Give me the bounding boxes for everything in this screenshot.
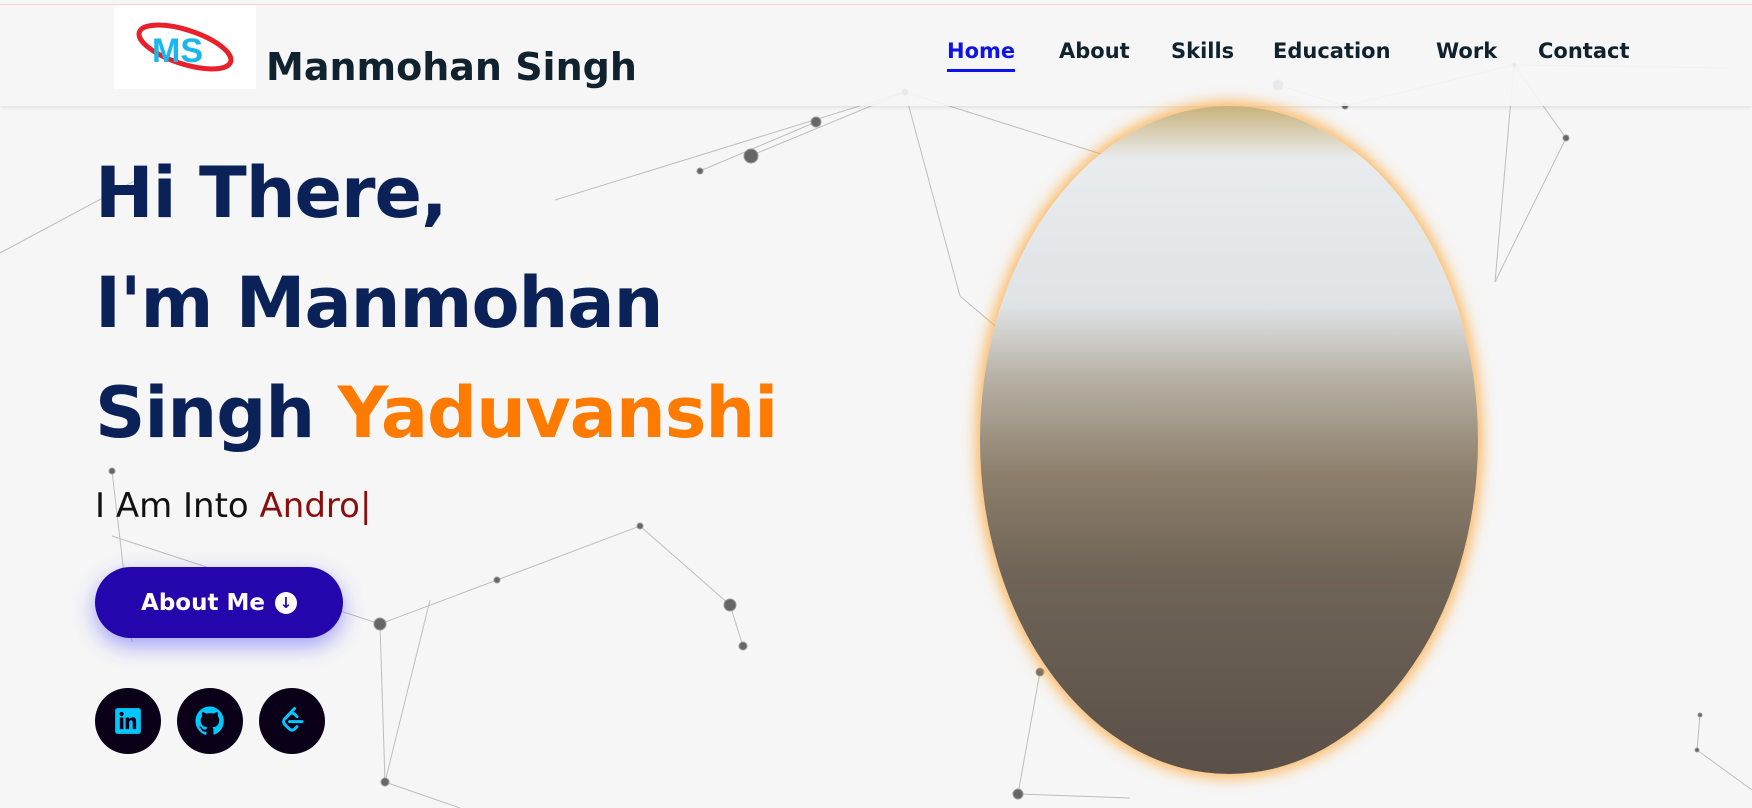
nav-education[interactable]: Education [1273,39,1391,63]
typed-text: I Am Into Andro| [95,486,371,526]
ms-logo-icon: MS [136,22,234,72]
hero-line-1: Hi There, [95,152,448,234]
linkedin-icon [115,708,141,734]
nav-home[interactable]: Home [947,39,1016,72]
navbar: MS Manmohan Singh Home About Skills Educ… [0,4,1752,106]
hero-line-3: Singh [95,372,338,454]
hero-highlight-name: Yaduvanshi [337,372,779,454]
nav-contact[interactable]: Contact [1538,39,1630,63]
hero-line-2: I'm Manmohan [95,262,663,344]
about-me-label: About Me [141,589,265,616]
github-icon [195,706,224,735]
profile-photo [980,106,1478,774]
nav-skills[interactable]: Skills [1171,39,1234,63]
brand-name[interactable]: Manmohan Singh [266,45,637,89]
nav-work[interactable]: Work [1436,39,1497,63]
about-me-button[interactable]: About Me ↓ [95,567,343,638]
leetcode-link[interactable] [259,688,325,754]
arrow-down-circle-icon: ↓ [274,591,297,614]
logo[interactable]: MS [114,5,256,89]
svg-text:MS: MS [152,32,203,70]
hero-heading: Hi There, I'm Manmohan Singh Yaduvanshi [95,138,779,468]
typed-value: Andro| [259,486,372,526]
linkedin-link[interactable] [95,688,161,754]
typed-prefix: I Am Into [95,486,260,526]
nav-about[interactable]: About [1059,39,1130,63]
github-link[interactable] [177,688,243,754]
leetcode-icon [282,707,304,732]
